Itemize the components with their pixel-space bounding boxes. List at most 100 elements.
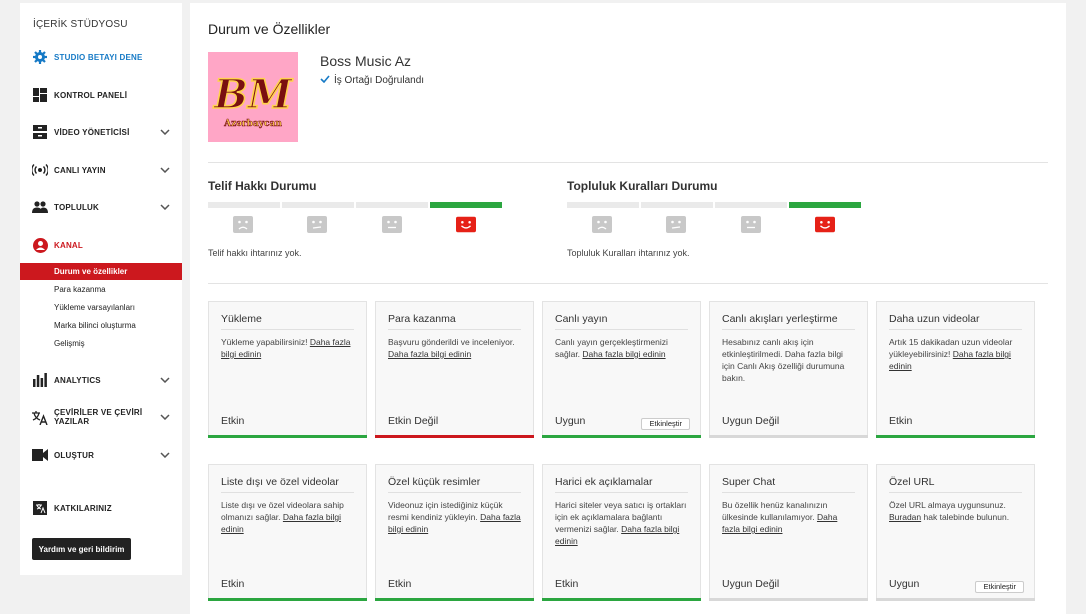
sidebar-item-analytics[interactable]: ANALYTICS bbox=[20, 369, 182, 391]
sidebar-item-contributions[interactable]: KATKILARINIZ bbox=[20, 497, 182, 519]
card-title: Para kazanma bbox=[388, 313, 456, 325]
card-status-bar bbox=[542, 598, 701, 601]
sidebar-item-community[interactable]: TOPLULUK bbox=[20, 196, 182, 218]
card-status-bar bbox=[208, 435, 367, 438]
card-status-bar bbox=[709, 598, 868, 601]
live-broadcast-icon bbox=[32, 162, 48, 178]
copyright-status-title: Telif Hakkı Durumu bbox=[208, 179, 317, 193]
card-status: Etkin Değil bbox=[388, 415, 439, 427]
sidebar-subitem-monetization[interactable]: Para kazanma bbox=[20, 281, 182, 298]
sidebar-item-label: ANALYTICS bbox=[54, 375, 101, 385]
page-title: Durum ve Özellikler bbox=[208, 21, 331, 37]
feature-card-monetization: Para kazanma Başvuru gönderildi ve incel… bbox=[375, 301, 534, 438]
verified-status: İş Ortağı Doğrulandı bbox=[320, 75, 424, 86]
claim-link[interactable]: Buradan bbox=[889, 512, 921, 522]
card-divider bbox=[555, 329, 688, 330]
sidebar-item-label: STUDIO BETAYI DENE bbox=[54, 52, 143, 62]
card-desc-text: hak talebinde bulunun. bbox=[923, 512, 1010, 522]
card-description: Başvuru gönderildi ve inceleniyor. Daha … bbox=[388, 336, 523, 360]
sidebar-subitem-status[interactable]: Durum ve özellikler bbox=[20, 263, 182, 280]
card-description: Canlı yayın gerçekleştirmenizi sağlar. D… bbox=[555, 336, 690, 360]
strike-segment bbox=[282, 202, 354, 208]
sidebar-item-translations[interactable]: ÇEVİRİLER VE ÇEVİRİ YAZILAR bbox=[20, 406, 182, 428]
copyright-strike-bar bbox=[208, 202, 502, 208]
chevron-down-icon[interactable] bbox=[160, 450, 170, 460]
community-status-title: Topluluk Kuralları Durumu bbox=[567, 179, 718, 193]
sidebar-subitem-upload-defaults[interactable]: Yükleme varsayılanları bbox=[20, 299, 182, 316]
sidebar-subitem-branding[interactable]: Marka bilinci oluşturma bbox=[20, 317, 182, 334]
chevron-down-icon[interactable] bbox=[160, 375, 170, 385]
card-divider bbox=[555, 492, 688, 493]
neutral-face-icon bbox=[741, 216, 761, 233]
card-divider bbox=[388, 492, 521, 493]
sidebar-item-channel[interactable]: KANAL bbox=[20, 234, 182, 256]
card-status: Uygun bbox=[889, 578, 920, 590]
copyright-status-text: Telif hakkı ihtarınız yok. bbox=[208, 248, 302, 258]
card-description: Liste dışı ve özel videolara sahip olman… bbox=[221, 499, 356, 535]
card-status: Etkin bbox=[221, 415, 245, 427]
verified-label: İş Ortağı Doğrulandı bbox=[334, 75, 425, 86]
card-description: Videonuz için istediğiniz küçük resmi ke… bbox=[388, 499, 523, 535]
card-divider bbox=[221, 492, 354, 493]
account-icon bbox=[32, 237, 48, 253]
chevron-down-icon[interactable] bbox=[160, 412, 170, 422]
neutral-face-icon bbox=[382, 216, 402, 233]
feature-card-custom-url: Özel URL Özel URL almaya uygunsunuz. Bur… bbox=[876, 464, 1035, 601]
feature-card-unlisted-private: Liste dışı ve özel videolar Liste dışı v… bbox=[208, 464, 367, 601]
feature-card-super-chat: Super Chat Bu özellik henüz kanalınızın … bbox=[709, 464, 868, 601]
svg-text:Azərbaycan: Azərbaycan bbox=[223, 119, 282, 129]
chevron-down-icon[interactable] bbox=[160, 127, 170, 137]
enable-button[interactable]: Etkinleştir bbox=[975, 581, 1024, 593]
card-divider bbox=[722, 329, 855, 330]
card-description: Yükleme yapabilirsiniz! Daha fazla bilgi… bbox=[221, 336, 356, 360]
help-feedback-button[interactable]: Yardım ve geri bildirim bbox=[32, 538, 131, 560]
strike-segment bbox=[208, 202, 280, 208]
sidebar-item-live[interactable]: CANLI YAYIN bbox=[20, 159, 182, 181]
sidebar-item-dashboard[interactable]: KONTROL PANELİ bbox=[20, 84, 182, 106]
card-status-bar bbox=[208, 598, 367, 601]
card-description: Hesabınız canlı akış için etkinleştirilm… bbox=[722, 337, 845, 383]
card-status: Uygun Değil bbox=[722, 578, 780, 590]
learn-more-link[interactable]: Daha fazla bilgi edinin bbox=[388, 349, 471, 359]
card-divider bbox=[388, 329, 521, 330]
main-content: Durum ve Özellikler BM Azərbaycan Boss M… bbox=[190, 3, 1066, 614]
sidebar-item-studio-beta[interactable]: STUDIO BETAYI DENE bbox=[20, 46, 182, 68]
card-desc-text: Başvuru gönderildi ve inceleniyor. bbox=[388, 337, 515, 347]
community-faces bbox=[567, 216, 863, 236]
strike-segment bbox=[715, 202, 787, 208]
sidebar-item-video-manager[interactable]: VİDEO YÖNETİCİSİ bbox=[20, 121, 182, 143]
chevron-down-icon[interactable] bbox=[160, 202, 170, 212]
strike-segment bbox=[356, 202, 428, 208]
card-desc-text: Yükleme yapabilirsiniz! bbox=[221, 337, 308, 347]
card-status-bar bbox=[709, 435, 868, 438]
card-status-bar bbox=[876, 598, 1035, 601]
enable-button[interactable]: Etkinleştir bbox=[641, 418, 690, 430]
channel-name: Boss Music Az bbox=[320, 53, 412, 69]
translations-label-line1: ÇEVİRİLER VE ÇEVİRİ bbox=[54, 408, 143, 417]
sidebar-item-label: KANAL bbox=[54, 240, 83, 250]
card-description: Artık 15 dakikadan uzun videolar yükleye… bbox=[889, 336, 1024, 372]
translate-icon bbox=[32, 409, 48, 425]
sidebar-item-create[interactable]: OLUŞTUR bbox=[20, 444, 182, 466]
divider bbox=[208, 162, 1048, 163]
learn-more-link[interactable]: Daha fazla bilgi edinin bbox=[582, 349, 665, 359]
happy-face-icon bbox=[456, 216, 476, 233]
camera-icon bbox=[32, 447, 48, 463]
card-divider bbox=[722, 492, 855, 493]
card-description: Harici siteler veya satıcı iş ortakları … bbox=[555, 499, 690, 547]
card-status-bar bbox=[375, 435, 534, 438]
sidebar-title: İÇERİK STÜDYOSU bbox=[33, 19, 128, 30]
neutral-face-icon bbox=[666, 216, 686, 233]
card-divider bbox=[889, 492, 1022, 493]
video-manager-icon bbox=[32, 124, 48, 140]
sidebar-subitem-advanced[interactable]: Gelişmiş bbox=[20, 335, 182, 352]
copyright-faces bbox=[208, 216, 504, 236]
card-divider bbox=[221, 329, 354, 330]
sidebar-item-label: TOPLULUK bbox=[54, 202, 100, 212]
sidebar-item-label: KONTROL PANELİ bbox=[54, 90, 128, 100]
chevron-down-icon[interactable] bbox=[160, 165, 170, 175]
card-desc-text: Özel URL almaya uygunsunuz. bbox=[889, 500, 1006, 510]
card-title: Harici ek açıklamalar bbox=[555, 476, 653, 488]
feature-card-live: Canlı yayın Canlı yayın gerçekleştirmeni… bbox=[542, 301, 701, 438]
check-icon bbox=[320, 75, 330, 86]
